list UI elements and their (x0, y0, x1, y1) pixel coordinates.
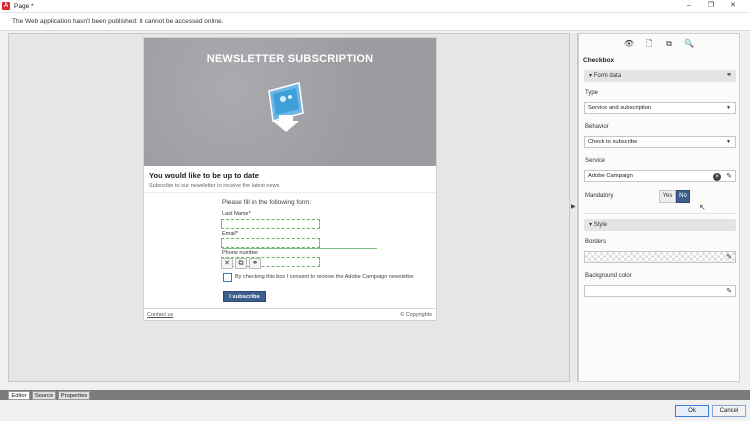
style-section-label: ▾ Style (589, 222, 608, 228)
phone-label: Phone number (222, 250, 259, 256)
copyright-text: © Copyrights (400, 312, 432, 318)
eye-icon[interactable]: 👁 (623, 38, 635, 49)
mandatory-label: Mandatory (585, 193, 614, 199)
style-section-header[interactable]: ▾ Style (584, 219, 736, 231)
newsletter-download-icon (268, 82, 304, 132)
panel-title: Checkbox (583, 57, 615, 64)
tab-properties[interactable]: Properties (58, 391, 90, 400)
mandatory-no-button[interactable]: No (676, 190, 690, 203)
hero-title: NEWSLETTER SUBSCRIPTION (206, 53, 374, 65)
collapse-arrow-icon: ▶ (571, 204, 576, 210)
publish-warning-bar: The Web application hasn't been publishe… (0, 12, 750, 31)
window-controls: – ❐ ✕ (678, 0, 744, 12)
last-name-input[interactable] (221, 219, 320, 229)
service-label: Service (585, 158, 606, 164)
panel-toolbar: 👁 🗋 ⧉ 🔍 (579, 34, 739, 52)
email-input[interactable] (221, 238, 320, 248)
mandatory-toggle: Yes No (659, 190, 690, 203)
close-button[interactable]: ✕ (722, 0, 744, 12)
edit-pencil-icon[interactable]: ✎ (726, 172, 732, 180)
tab-source[interactable]: Source (32, 391, 56, 400)
link-icon[interactable]: ⚭ (726, 71, 732, 79)
delete-field-icon[interactable]: ✕ (221, 258, 233, 269)
chevron-down-icon: ▼ (726, 139, 731, 145)
service-value: Adobe Campaign (588, 173, 633, 179)
zoom-icon[interactable]: 🔍 (683, 38, 695, 49)
maximize-button[interactable]: ❐ (700, 0, 722, 12)
intro-title: You would like to be up to date (149, 171, 259, 180)
form-data-section-label: ▾ Form data (589, 73, 622, 79)
consent-text: By checking this box I consent to receiv… (235, 274, 414, 280)
mandatory-yes-button[interactable]: Yes (659, 190, 676, 203)
email-label: Email* (222, 231, 238, 237)
edit-pencil-icon[interactable]: ✎ (726, 253, 732, 261)
type-value: Service and subscription (588, 105, 652, 111)
subscribe-button[interactable]: I subscribe (223, 291, 266, 302)
form-data-section-header[interactable]: ▾ Form data ⚭ (584, 70, 736, 82)
clear-icon[interactable]: × (713, 172, 721, 181)
properties-panel: 👁 🗋 ⧉ 🔍 Checkbox ▾ Form data ⚭ Type Serv… (578, 33, 740, 382)
consent-checkbox[interactable] (223, 273, 232, 282)
background-color-label: Background color (585, 273, 632, 279)
mouse-cursor-icon: ↖ (699, 203, 706, 212)
chevron-down-icon: ▼ (726, 105, 731, 111)
service-field[interactable]: Adobe Campaign × ✎ (584, 170, 736, 182)
tab-editor[interactable]: Editor (8, 391, 30, 400)
duplicate-field-icon[interactable]: ⧉ (235, 258, 247, 269)
divider (144, 192, 436, 193)
form-prompt: Please fill in the following form: (222, 199, 312, 206)
phone-field-toolbar: ✕ ⧉ ⚭ (221, 258, 261, 269)
last-name-label: Last Name* (222, 211, 251, 217)
type-label: Type (585, 90, 599, 96)
hero-banner: NEWSLETTER SUBSCRIPTION (144, 38, 436, 166)
borders-swatch[interactable]: ✎ (584, 251, 736, 263)
contact-us-link[interactable]: Contact us (147, 312, 173, 318)
window-title: Page * (14, 2, 34, 10)
email-underline (222, 248, 377, 249)
copy-icon[interactable]: ⧉ (663, 38, 675, 49)
behavior-label: Behavior (585, 124, 609, 130)
ok-button[interactable]: Ok (675, 405, 709, 417)
editor-tabs: Editor Source Properties (0, 390, 750, 400)
cancel-button[interactable]: Cancel (712, 405, 746, 417)
edit-pencil-icon[interactable]: ✎ (726, 287, 732, 295)
intro-subtitle: Subscribe to our newsletter to receive t… (149, 183, 281, 189)
borders-label: Borders (585, 239, 607, 245)
minimize-button[interactable]: – (678, 0, 700, 12)
panel-collapse-handle[interactable]: ▶ (570, 33, 578, 382)
publish-warning-text: The Web application hasn't been publishe… (12, 18, 224, 25)
add-page-icon[interactable]: 🗋 (643, 38, 655, 49)
background-color-swatch[interactable]: ✎ (584, 285, 736, 297)
behavior-select[interactable]: Check to subscribe ▼ (584, 136, 736, 148)
app-logo-icon: A (2, 2, 10, 10)
panel-divider (584, 213, 736, 214)
window-titlebar: A Page * – ❐ ✕ (0, 0, 750, 12)
type-select[interactable]: Service and subscription ▼ (584, 102, 736, 114)
footer-divider (144, 308, 436, 309)
link-field-icon[interactable]: ⚭ (249, 258, 261, 269)
behavior-value: Check to subscribe (588, 139, 638, 145)
page-preview: NEWSLETTER SUBSCRIPTION You would like t… (143, 37, 437, 321)
